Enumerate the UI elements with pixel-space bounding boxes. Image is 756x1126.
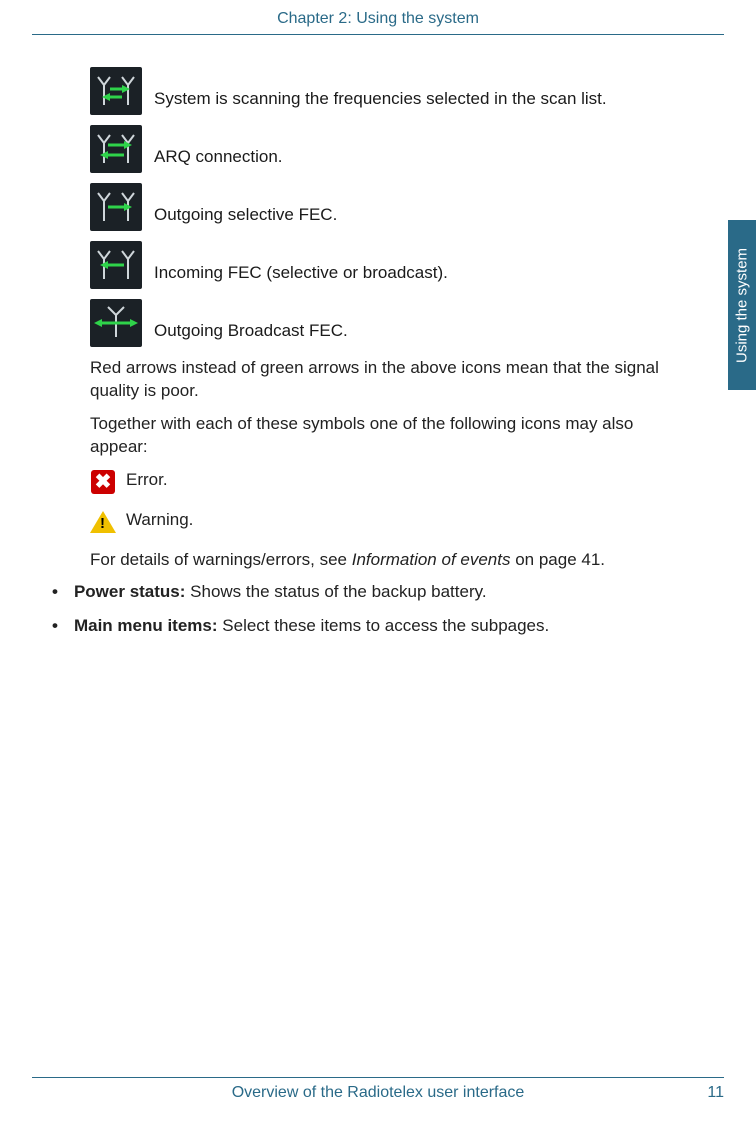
antenna-out-sel-fec-icon — [90, 183, 142, 231]
antenna-out-bcast-fec-icon — [90, 299, 142, 347]
page-footer: Overview of the Radiotelex user interfac… — [32, 1077, 724, 1102]
warning-icon — [90, 509, 116, 535]
page-number: 11 — [707, 1084, 724, 1102]
details-pre: For details of warnings/errors, see — [90, 550, 352, 569]
bullet-marker: • — [52, 582, 58, 602]
bullet-rest: Shows the status of the backup battery. — [185, 582, 486, 601]
page-header: Chapter 2: Using the system — [32, 0, 724, 35]
para-red-arrows: Red arrows instead of green arrows in th… — [90, 357, 664, 403]
details-post: on page 41. — [510, 550, 605, 569]
bullet-bold: Main menu items: — [74, 616, 218, 635]
footer-section: Overview of the Radiotelex user interfac… — [232, 1084, 525, 1102]
bullet-bold: Power status: — [74, 582, 185, 601]
icon-row-scanning: System is scanning the frequencies selec… — [90, 67, 664, 115]
icon-label-arq: ARQ connection. — [154, 147, 283, 173]
page-content: System is scanning the frequencies selec… — [90, 67, 664, 636]
antenna-scanning-icon — [90, 67, 142, 115]
status-label-error: Error. — [126, 469, 168, 490]
bullet-rest: Select these items to access the subpage… — [218, 616, 550, 635]
icon-label-scanning: System is scanning the frequencies selec… — [154, 89, 607, 115]
icon-label-out-bcast-fec: Outgoing Broadcast FEC. — [154, 321, 348, 347]
error-icon: ✖ — [90, 469, 116, 495]
icon-row-in-fec: Incoming FEC (selective or broadcast). — [90, 241, 664, 289]
icon-label-out-sel-fec: Outgoing selective FEC. — [154, 205, 337, 231]
status-row-error: ✖ Error. — [90, 469, 664, 495]
antenna-in-fec-icon — [90, 241, 142, 289]
icon-row-arq: ARQ connection. — [90, 125, 664, 173]
side-tab-label: Using the system — [734, 247, 751, 362]
chapter-title: Chapter 2: Using the system — [277, 10, 479, 27]
bullet-marker: • — [52, 616, 58, 636]
side-tab: Using the system — [728, 220, 756, 390]
antenna-arq-icon — [90, 125, 142, 173]
icon-row-out-sel-fec: Outgoing selective FEC. — [90, 183, 664, 231]
bullet-text: Power status: Shows the status of the ba… — [74, 582, 487, 602]
details-italic: Information of events — [352, 550, 511, 569]
para-details: For details of warnings/errors, see Info… — [90, 549, 664, 572]
status-label-warning: Warning. — [126, 509, 193, 530]
bullet-power-status: • Power status: Shows the status of the … — [52, 582, 664, 602]
bullet-main-menu: • Main menu items: Select these items to… — [52, 616, 664, 636]
icon-label-in-fec: Incoming FEC (selective or broadcast). — [154, 263, 448, 289]
para-together: Together with each of these symbols one … — [90, 413, 664, 459]
bullet-text: Main menu items: Select these items to a… — [74, 616, 549, 636]
icon-row-out-bcast-fec: Outgoing Broadcast FEC. — [90, 299, 664, 347]
status-row-warning: Warning. — [90, 509, 664, 535]
